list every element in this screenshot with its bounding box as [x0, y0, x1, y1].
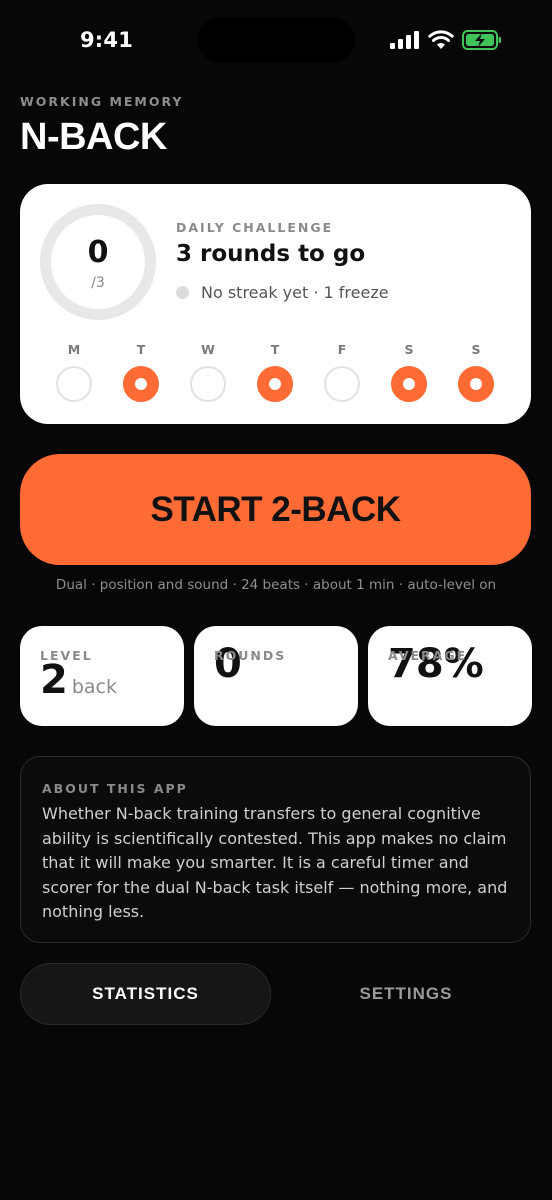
streak-row: No streak yet · 1 freeze — [176, 281, 389, 303]
day-letter: T — [270, 342, 280, 357]
day-sunday: S — [456, 342, 496, 406]
day-tuesday: T — [121, 342, 161, 406]
about-text: Whether N-back training transfers to gen… — [42, 804, 508, 921]
rounds-completed: 0 — [87, 235, 109, 270]
streak-text: No streak yet · 1 freeze — [201, 282, 389, 302]
day-saturday: S — [389, 342, 429, 406]
about-card: ABOUT THIS APP Whether N-back training t… — [20, 756, 531, 943]
tab-statistics[interactable]: STATISTICS — [20, 963, 271, 1025]
day-letter: W — [201, 342, 215, 357]
level-suffix: back — [71, 676, 117, 698]
day-friday: F — [322, 342, 362, 406]
day-status — [324, 366, 360, 402]
day-status — [123, 366, 159, 402]
day-status — [458, 366, 494, 402]
stat-card-level[interactable]: LEVEL 2 back — [20, 626, 184, 726]
rounds-total: /3 — [91, 275, 105, 291]
wifi-icon — [428, 30, 454, 49]
day-letter: S — [404, 342, 414, 357]
battery-charging-icon — [462, 30, 501, 50]
start-button-label: START 2-BACK — [150, 489, 401, 529]
day-status — [391, 366, 427, 402]
week-tracker: M T W T F S S — [54, 342, 499, 406]
page-title: N-BACK — [20, 116, 167, 158]
tab-statistics-label: STATISTICS — [92, 984, 199, 1003]
about-label: ABOUT THIS APP — [42, 781, 188, 796]
day-wednesday: W — [188, 342, 228, 406]
day-letter: T — [136, 342, 146, 357]
stat-label: AVERAGE — [388, 648, 468, 663]
cellular-signal-icon — [390, 31, 419, 49]
challenge-title: 3 rounds to go — [176, 241, 366, 267]
day-monday: M — [54, 342, 94, 406]
page-eyebrow: WORKING MEMORY — [20, 94, 184, 109]
stat-label: LEVEL — [40, 648, 93, 663]
daily-challenge-card: 0 /3 DAILY CHALLENGE 3 rounds to go No s… — [20, 184, 531, 424]
session-details: Dual · position and sound · 24 beats · a… — [55, 577, 497, 593]
day-status — [190, 366, 226, 402]
day-status — [56, 366, 92, 402]
tab-settings-label: SETTINGS — [359, 984, 453, 1003]
status-bar: 9:41 — [0, 0, 552, 84]
dynamic-island — [198, 17, 355, 63]
stat-card-rounds[interactable]: ROUNDS 0 — [194, 626, 358, 726]
stat-card-average[interactable]: AVERAGE 78% — [368, 626, 532, 726]
progress-ring: 0 /3 — [40, 204, 156, 320]
day-letter: M — [67, 342, 81, 357]
stat-value: 2 back — [40, 660, 117, 700]
day-letter: F — [337, 342, 347, 357]
challenge-label: DAILY CHALLENGE — [176, 220, 334, 235]
day-letter: S — [471, 342, 481, 357]
day-status — [257, 366, 293, 402]
tab-settings[interactable]: SETTINGS — [281, 963, 531, 1025]
level-number: 2 — [40, 657, 68, 703]
status-time: 9:41 — [80, 28, 134, 52]
streak-dot-icon — [176, 285, 189, 299]
start-session-button[interactable]: START 2-BACK — [20, 454, 531, 565]
stat-label: ROUNDS — [214, 648, 287, 663]
day-thursday: T — [255, 342, 295, 406]
